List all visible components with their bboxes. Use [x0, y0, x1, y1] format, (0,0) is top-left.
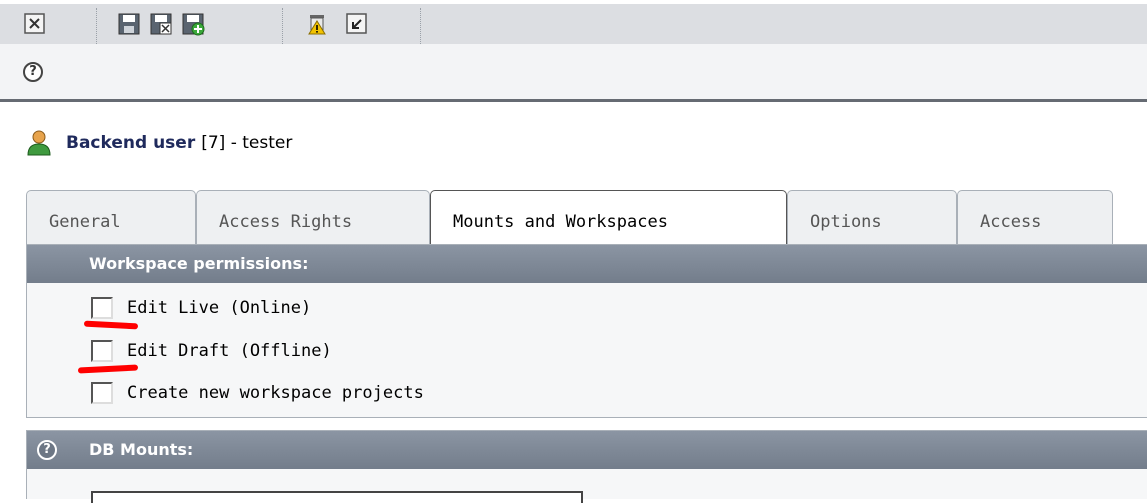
option-create-workspace: Create new workspace projects — [91, 380, 424, 406]
create-workspace-checkbox[interactable] — [91, 382, 113, 404]
tab-label: General — [49, 212, 121, 232]
record-title: Backend user [7] - tester — [26, 128, 292, 158]
delete-icon[interactable] — [304, 11, 330, 37]
save-icon[interactable] — [116, 11, 142, 37]
record-type-label: Backend user — [66, 133, 196, 153]
section-title: DB Mounts: — [89, 440, 194, 459]
tab-label: Options — [810, 212, 882, 232]
db-mounts-header: ? DB Mounts: — [27, 431, 1147, 469]
workspace-permissions-panel: Workspace permissions: Edit Live (Online… — [26, 244, 1147, 418]
toolbar-separator — [420, 8, 421, 44]
tab-general[interactable]: General — [26, 190, 196, 244]
workspace-permissions-header: Workspace permissions: — [27, 245, 1147, 283]
db-mounts-panel: ? DB Mounts: — [26, 430, 1147, 503]
close-icon[interactable] — [22, 11, 48, 37]
toolbar-separator — [96, 8, 97, 44]
tab-access-rights[interactable]: Access Rights — [196, 190, 430, 244]
section-title: Workspace permissions: — [89, 254, 309, 273]
edit-draft-checkbox[interactable] — [91, 340, 113, 362]
option-edit-live: Edit Live (Online) — [91, 295, 311, 321]
tab-label: Mounts and Workspaces — [453, 212, 668, 232]
save-close-icon[interactable] — [148, 11, 174, 37]
option-edit-draft: Edit Draft (Offline) — [91, 338, 332, 364]
tab-access[interactable]: Access — [957, 190, 1113, 244]
undo-icon[interactable] — [344, 11, 370, 37]
tab-options[interactable]: Options — [787, 190, 957, 244]
save-new-icon[interactable] — [180, 11, 206, 37]
edit-live-checkbox[interactable] — [91, 297, 113, 319]
tab-label: Access Rights — [219, 212, 353, 232]
tab-mounts-and-workspaces[interactable]: Mounts and Workspaces — [430, 190, 787, 246]
help-icon[interactable]: ? — [23, 62, 43, 82]
record-identifier: [7] - tester — [201, 133, 293, 153]
option-label: Edit Live (Online) — [127, 298, 312, 318]
toolbar-separator — [282, 8, 283, 44]
tab-label: Access — [980, 212, 1042, 232]
option-label: Edit Draft (Offline) — [127, 341, 332, 361]
backend-user-icon — [27, 130, 51, 156]
doc-header-subbar: ? — [0, 44, 1147, 102]
doc-header-toolbar — [0, 0, 1147, 44]
db-mounts-select-field[interactable] — [91, 491, 583, 503]
help-icon[interactable]: ? — [37, 440, 57, 460]
option-label: Create new workspace projects — [127, 383, 424, 403]
